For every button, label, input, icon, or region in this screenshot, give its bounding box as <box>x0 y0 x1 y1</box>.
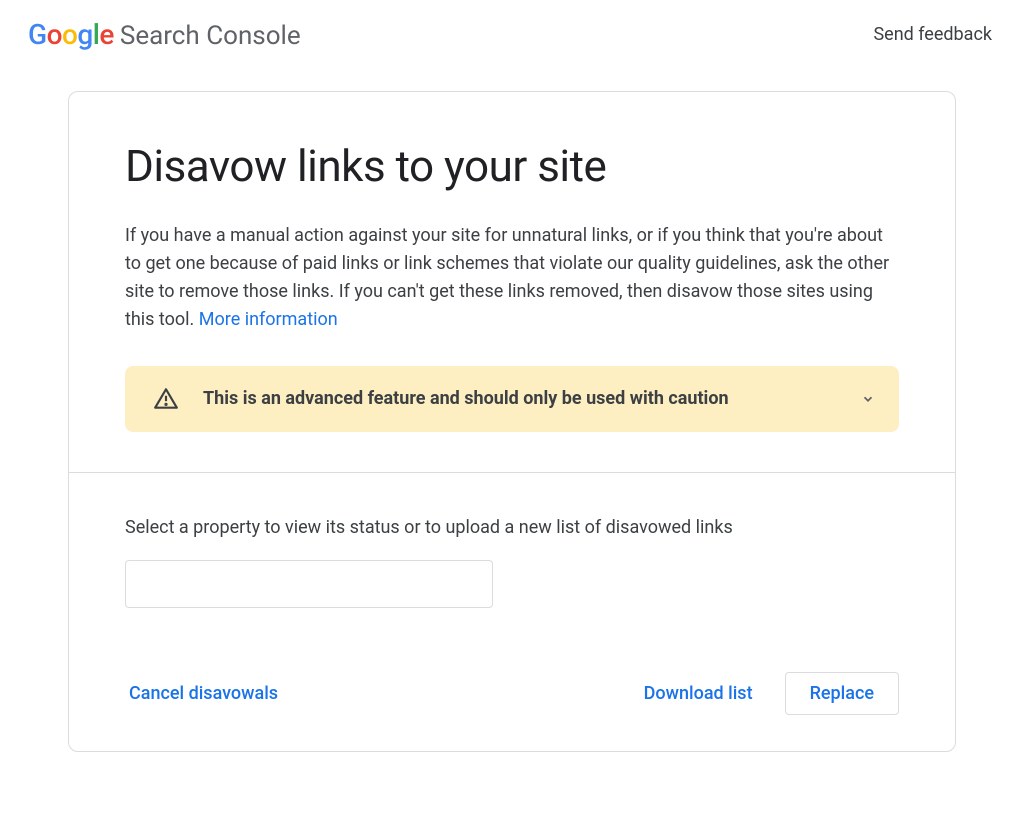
cancel-disavowals-button[interactable]: Cancel disavowals <box>125 677 282 710</box>
action-row: Cancel disavowals Download list Replace <box>125 672 899 715</box>
send-feedback-link[interactable]: Send feedback <box>873 24 992 45</box>
property-select-label: Select a property to view its status or … <box>125 517 899 538</box>
replace-button[interactable]: Replace <box>785 672 899 715</box>
more-information-link[interactable]: More information <box>199 309 338 330</box>
product-name: Search Console <box>120 21 301 51</box>
property-select[interactable] <box>125 560 493 608</box>
main-card: Disavow links to your site If you have a… <box>68 91 956 752</box>
page-description: If you have a manual action against your… <box>125 222 899 334</box>
warning-banner[interactable]: This is an advanced feature and should o… <box>125 366 899 432</box>
card-action-section: Select a property to view its status or … <box>69 473 955 751</box>
app-logo: Google Search Console <box>28 18 301 51</box>
warning-icon <box>153 386 179 412</box>
warning-text: This is an advanced feature and should o… <box>203 388 837 409</box>
card-intro-section: Disavow links to your site If you have a… <box>69 92 955 472</box>
app-header: Google Search Console Send feedback <box>0 0 1024 69</box>
chevron-down-icon <box>861 392 875 406</box>
google-logo: Google <box>28 18 114 51</box>
page-title: Disavow links to your site <box>125 140 899 192</box>
download-list-button[interactable]: Download list <box>640 677 757 710</box>
